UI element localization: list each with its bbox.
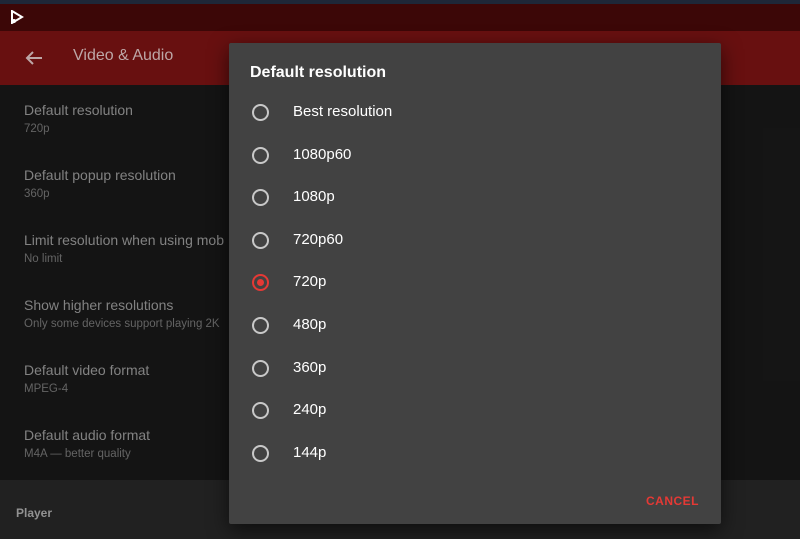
resolution-option[interactable]: 144p — [229, 432, 721, 475]
option-label: 240p — [293, 401, 327, 419]
option-label: Best resolution — [293, 103, 393, 120]
resolution-option[interactable]: 720p60 — [229, 219, 721, 262]
option-label: 1080p60 — [293, 145, 352, 163]
resolution-option[interactable]: 1080p60 — [229, 134, 721, 177]
option-label: 480p — [293, 315, 327, 333]
radio-button[interactable] — [252, 444, 269, 462]
radio-button[interactable] — [252, 359, 269, 377]
resolution-option[interactable]: Best resolution — [229, 91, 721, 134]
radio-button[interactable] — [252, 231, 269, 249]
radio-button[interactable] — [252, 146, 269, 164]
cancel-button[interactable]: CANCEL — [646, 494, 699, 508]
resolution-options: Best resolution 1080p60 1080p 720p60 720… — [229, 91, 721, 474]
option-label: 720p60 — [293, 230, 344, 248]
radio-button[interactable] — [252, 316, 269, 334]
resolution-option[interactable]: 1080p — [229, 176, 721, 219]
radio-button[interactable] — [252, 402, 269, 420]
option-label: 360p — [293, 358, 327, 376]
resolution-option[interactable]: 720p — [229, 261, 721, 304]
dialog-title: Default resolution — [250, 64, 387, 81]
radio-button[interactable] — [252, 274, 269, 292]
option-label: 720p — [293, 273, 327, 291]
option-label: 1080p — [293, 188, 335, 206]
resolution-option[interactable]: 480p — [229, 304, 721, 347]
radio-button[interactable] — [252, 189, 269, 207]
option-label: 144p — [293, 443, 327, 461]
resolution-option[interactable]: 360p — [229, 347, 721, 390]
resolution-dialog: Default resolution Best resolution 1080p… — [229, 43, 721, 524]
play-logo-icon — [10, 9, 24, 25]
resolution-option[interactable]: 240p — [229, 389, 721, 432]
status-bar — [0, 4, 800, 31]
radio-button[interactable] — [252, 104, 269, 121]
